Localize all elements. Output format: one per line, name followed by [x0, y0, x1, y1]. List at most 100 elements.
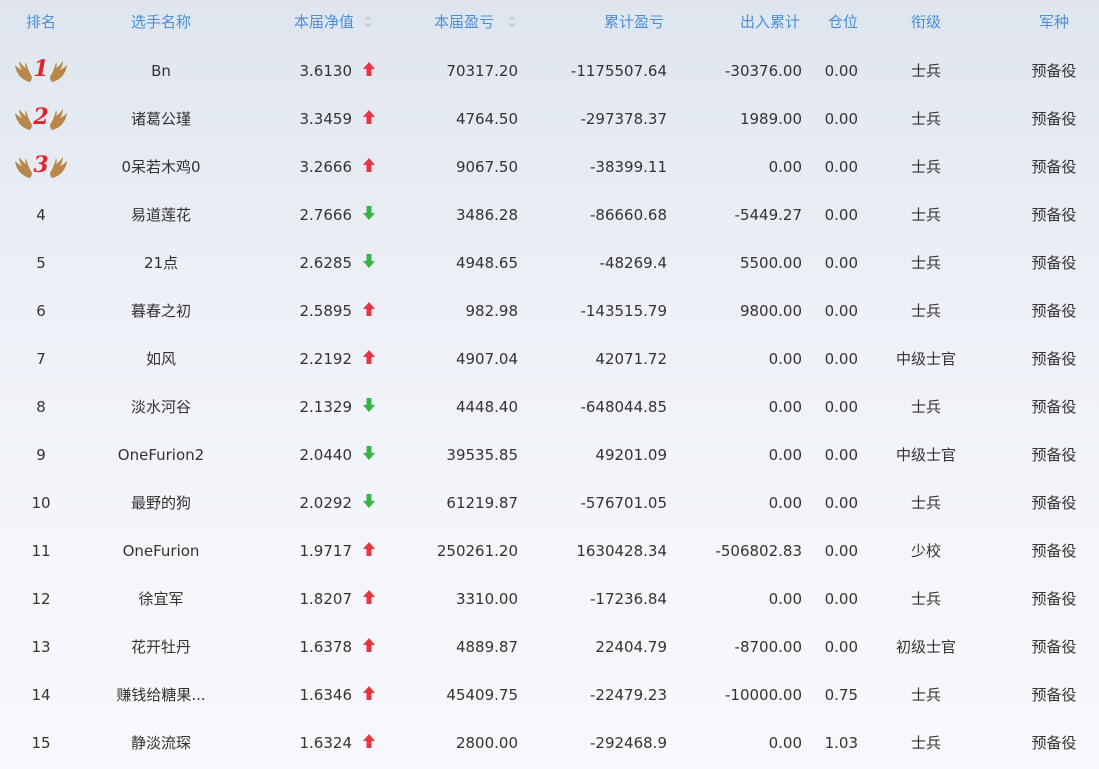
in-out-total: 0.00 [768, 734, 802, 752]
player-name[interactable]: 诸葛公瑾 [92, 95, 230, 143]
header-profit[interactable]: 本届盈亏 [384, 0, 494, 44]
in-out-total: 9800.00 [739, 302, 802, 320]
rank-title: 士兵 [910, 686, 941, 704]
cumulative-profit: 1630428.34 [576, 542, 667, 560]
table-row[interactable]: 6 暮春之初 2.5895 982.98 -143515.79 9800.00 0.00 士兵… [0, 287, 1099, 335]
table-row[interactable]: 3 0呆若木鸡0 3.2666 9067.50 -38399.11 0.00 0.00 士兵 预… [0, 143, 1099, 191]
branch: 预备役 [1031, 638, 1077, 656]
player-name[interactable]: Bn [92, 47, 230, 95]
player-name[interactable]: 暮春之初 [92, 287, 230, 335]
table-row[interactable]: 9 OneFurion2 2.0440 39535.85 49201.09 0.00 0.0… [0, 431, 1099, 479]
player-name[interactable]: 花开牡丹 [92, 623, 230, 671]
position: 0.00 [824, 494, 858, 512]
header-branch[interactable]: 军种 [1018, 0, 1090, 44]
net-value: 3.3459 [299, 110, 353, 128]
in-out-total: -10000.00 [725, 686, 802, 704]
branch: 预备役 [1031, 542, 1077, 560]
profit: 61219.87 [446, 494, 518, 512]
cumulative-profit: -48269.4 [599, 254, 667, 272]
arrow-down-icon [362, 252, 376, 270]
rank-number: 10 [31, 494, 51, 512]
profit: 4764.50 [455, 110, 518, 128]
net-value: 2.0292 [299, 494, 353, 512]
player-name[interactable]: OneFurion2 [92, 431, 230, 479]
table-row[interactable]: 7 如风 2.2192 4907.04 42071.72 0.00 0.00 中级士官 预备役 [0, 335, 1099, 383]
wing-medal-icon: 2 [12, 102, 70, 134]
net-value: 1.8207 [299, 590, 353, 608]
profit: 982.98 [465, 302, 519, 320]
in-out-total: -5449.27 [734, 206, 802, 224]
table-row[interactable]: 2 诸葛公瑾 3.3459 4764.50 -297378.37 1989.00 0.00 士… [0, 95, 1099, 143]
trend-indicator [358, 383, 380, 431]
player-name[interactable]: 21点 [92, 239, 230, 287]
table-row[interactable]: 14 赚钱给糖果... 1.6346 45409.75 -22479.23 -10000.… [0, 671, 1099, 719]
branch: 预备役 [1031, 302, 1077, 320]
trend-indicator [358, 575, 380, 623]
net-value: 3.6130 [299, 62, 353, 80]
net-value: 3.2666 [299, 158, 353, 176]
table-row[interactable]: 1 Bn 3.6130 70317.20 -1175507.64 -30376.00 0.0… [0, 47, 1099, 95]
arrow-up-icon [362, 156, 376, 174]
header-rank[interactable]: 排名 [0, 0, 82, 44]
arrow-up-icon [362, 636, 376, 654]
wing-medal-icon: 1 [12, 54, 70, 86]
arrow-up-icon [362, 588, 376, 606]
trend-indicator [358, 335, 380, 383]
trend-indicator [358, 191, 380, 239]
rank-number: 9 [36, 446, 46, 464]
player-name[interactable]: 淡水河谷 [92, 383, 230, 431]
profit: 39535.85 [446, 446, 518, 464]
table-row[interactable]: 4 易道莲花 2.7666 3486.28 -86660.68 -5449.27 0.00 士… [0, 191, 1099, 239]
position: 0.00 [824, 398, 858, 416]
sort-profit-icon[interactable] [505, 0, 519, 44]
cumulative-profit: -22479.23 [590, 686, 667, 704]
player-name[interactable]: 徐宜军 [92, 575, 230, 623]
player-name[interactable]: 最野的狗 [92, 479, 230, 527]
header-position[interactable]: 仓位 [814, 0, 858, 44]
header-in-out-total[interactable]: 出入累计 [690, 0, 800, 44]
cumulative-profit: -1175507.64 [570, 62, 667, 80]
trend-indicator [358, 47, 380, 95]
branch: 预备役 [1031, 254, 1077, 272]
table-row[interactable]: 5 21点 2.6285 4948.65 -48269.4 5500.00 0.00 士兵 预备… [0, 239, 1099, 287]
player-name[interactable]: 静淡流琛 [92, 719, 230, 767]
header-net-value[interactable]: 本届净值 [250, 0, 354, 44]
rank-number: 4 [36, 206, 46, 224]
cumulative-profit: -292468.9 [590, 734, 667, 752]
net-value: 2.7666 [299, 206, 353, 224]
rank-title: 初级士官 [895, 638, 956, 656]
trend-indicator [358, 671, 380, 719]
table-row[interactable]: 8 淡水河谷 2.1329 4448.40 -648044.85 0.00 0.00 士兵 预备… [0, 383, 1099, 431]
player-name[interactable]: OneFurion [92, 527, 230, 575]
branch: 预备役 [1031, 398, 1077, 416]
table-row[interactable]: 11 OneFurion 1.9717 250261.20 1630428.34 -506… [0, 527, 1099, 575]
player-name[interactable]: 0呆若木鸡0 [92, 143, 230, 191]
branch: 预备役 [1031, 446, 1077, 464]
profit: 4889.87 [455, 638, 518, 656]
header-player-name[interactable]: 选手名称 [92, 0, 230, 44]
position: 0.00 [824, 254, 858, 272]
header-cumulative-profit[interactable]: 累计盈亏 [548, 0, 664, 44]
cumulative-profit: -297378.37 [580, 110, 667, 128]
player-name[interactable]: 赚钱给糖果... [92, 671, 230, 719]
profit: 4907.04 [455, 350, 518, 368]
player-name[interactable]: 如风 [92, 335, 230, 383]
branch: 预备役 [1031, 62, 1077, 80]
table-row[interactable]: 13 花开牡丹 1.6378 4889.87 22404.79 -8700.00 0.00 初… [0, 623, 1099, 671]
position: 0.00 [824, 446, 858, 464]
header-rank-title[interactable]: 衔级 [878, 0, 974, 44]
trend-indicator [358, 479, 380, 527]
table-row[interactable]: 12 徐宜军 1.8207 3310.00 -17236.84 0.00 0.00 士兵 预备役 [0, 575, 1099, 623]
cumulative-profit: 22404.79 [595, 638, 667, 656]
player-name[interactable]: 易道莲花 [92, 191, 230, 239]
net-value: 2.1329 [299, 398, 353, 416]
table-row[interactable]: 10 最野的狗 2.0292 61219.87 -576701.05 0.00 0.00 士兵… [0, 479, 1099, 527]
sort-net-value-icon[interactable] [361, 0, 375, 44]
table-row[interactable]: 15 静淡流琛 1.6324 2800.00 -292468.9 0.00 1.03 士兵 预备… [0, 719, 1099, 767]
cumulative-profit: -86660.68 [590, 206, 667, 224]
arrow-up-icon [362, 300, 376, 318]
trend-indicator [358, 143, 380, 191]
rank-title: 士兵 [910, 254, 941, 272]
profit: 70317.20 [446, 62, 518, 80]
branch: 预备役 [1031, 734, 1077, 752]
